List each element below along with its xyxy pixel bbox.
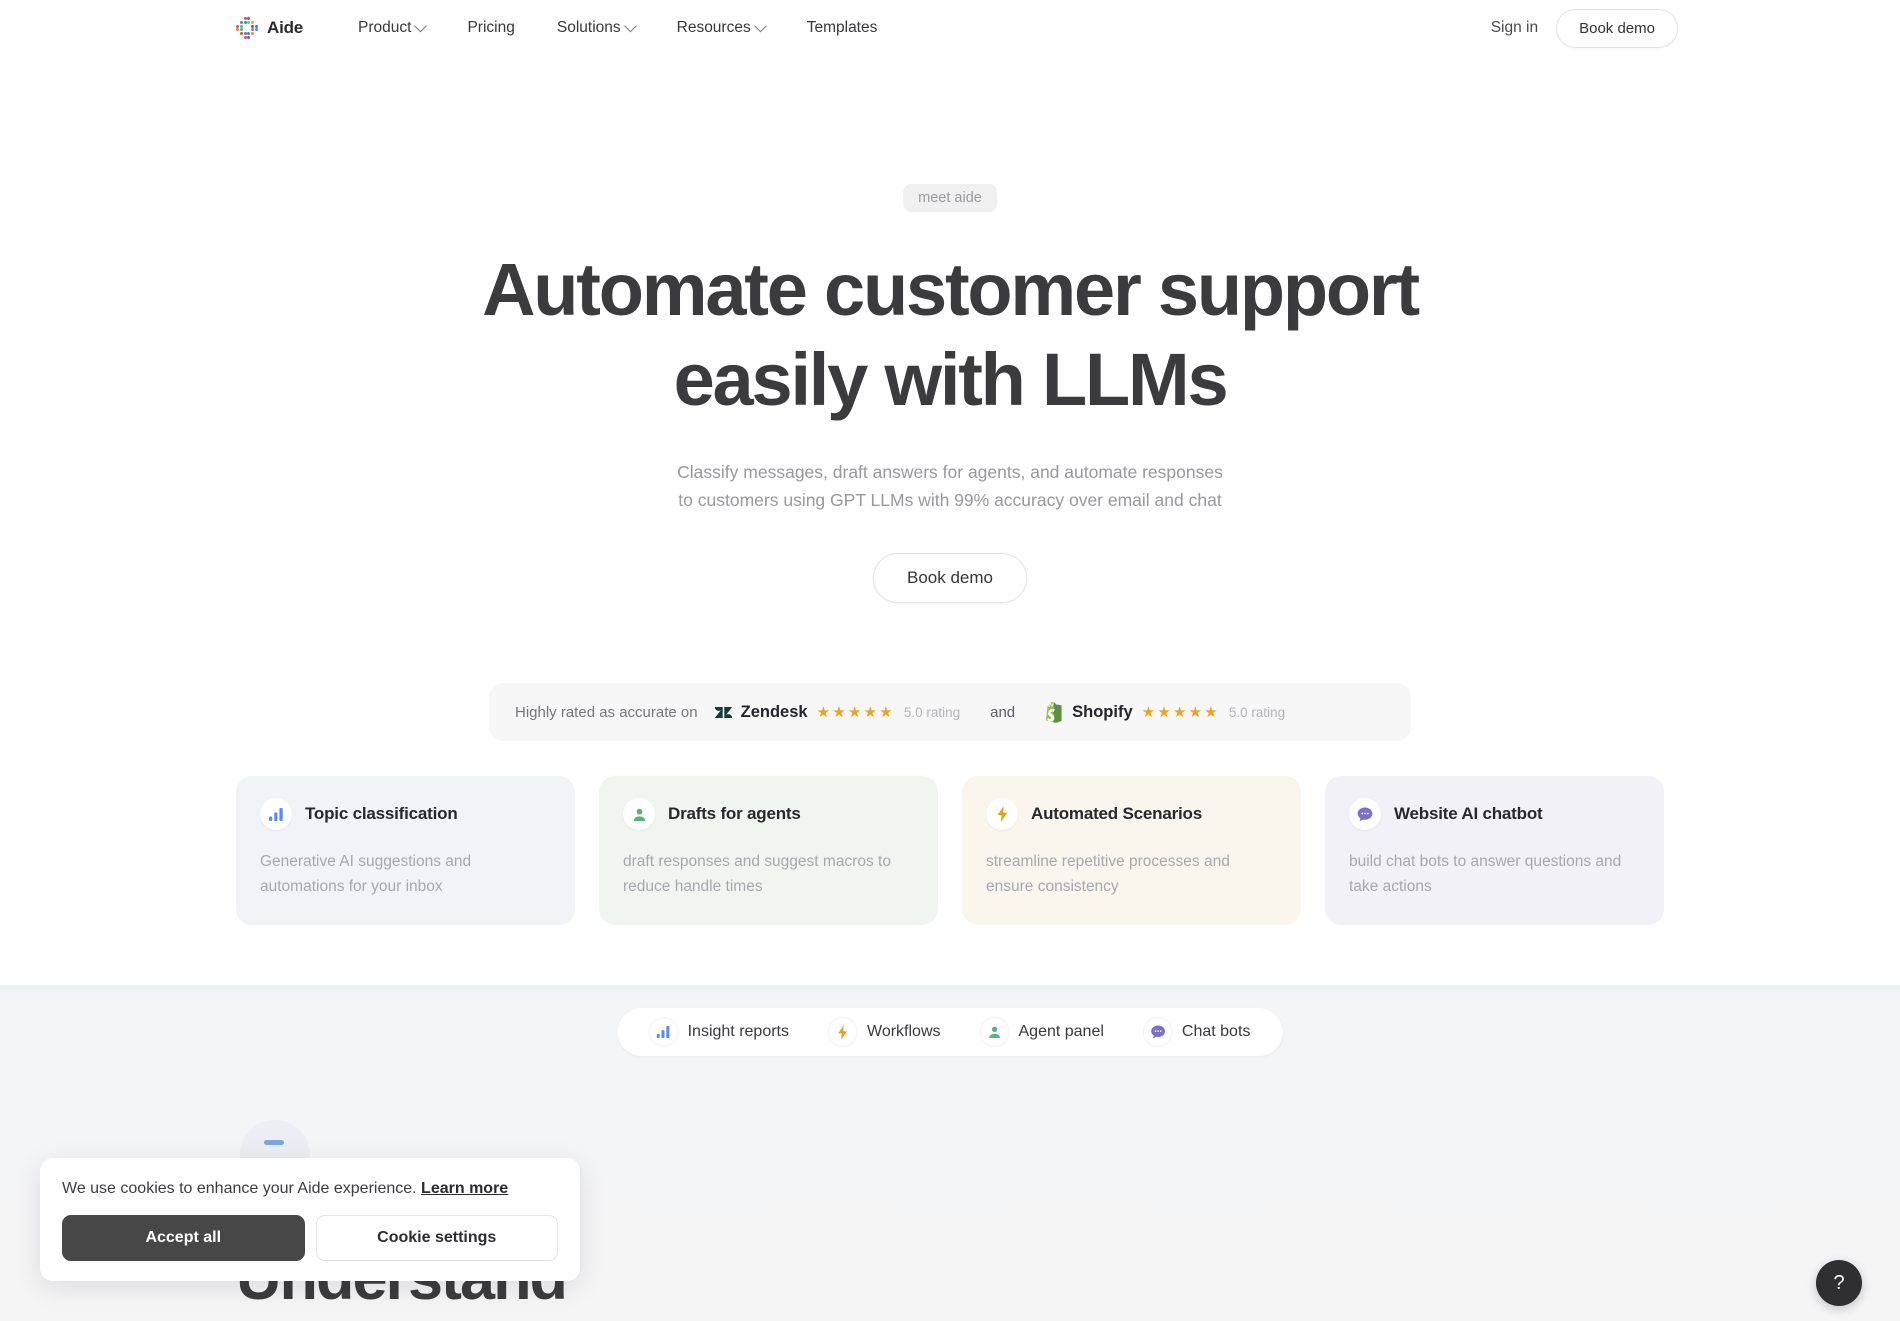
primary-nav: Aide Product Pricing Solutions Resources… xyxy=(236,0,898,56)
card-header: Automated Scenarios xyxy=(986,798,1277,830)
rating-shopify: Shopify ★★★★★ 5.0 rating xyxy=(1045,701,1286,723)
book-demo-hero-button[interactable]: Book demo xyxy=(873,553,1027,603)
site-header: Aide Product Pricing Solutions Resources… xyxy=(0,0,1900,56)
nav-item-pricing[interactable]: Pricing xyxy=(446,0,535,56)
pill-agent-panel[interactable]: Agent panel xyxy=(961,1018,1124,1046)
feature-card-list: Topic classification Generative AI sugge… xyxy=(236,776,1664,925)
nav-item-label: Templates xyxy=(806,19,878,36)
accept-all-button[interactable]: Accept all xyxy=(62,1215,305,1261)
hero-subtitle-line-2: to customers using GPT LLMs with 99% acc… xyxy=(678,490,1222,510)
help-button[interactable]: ? xyxy=(1816,1260,1862,1306)
feature-card-drafts-for-agents[interactable]: Drafts for agents draft responses and su… xyxy=(599,776,938,925)
page-title: Automate customer support easily with LL… xyxy=(400,245,1500,425)
pill-workflows[interactable]: Workflows xyxy=(809,1018,961,1046)
hero-title-line-1: Automate customer support xyxy=(482,248,1420,331)
pill-insight-reports[interactable]: Insight reports xyxy=(630,1018,809,1046)
zendesk-label: Zendesk xyxy=(740,702,808,721)
shopify-logo-icon xyxy=(1046,701,1062,723)
chat-bubble-icon xyxy=(1349,798,1381,830)
zendesk-rating-value: 5.0 rating xyxy=(903,704,961,720)
card-header: Website AI chatbot xyxy=(1349,798,1640,830)
hero-title-line-2: easily with LLMs xyxy=(673,338,1229,421)
brand-logo[interactable]: Aide xyxy=(236,17,303,39)
bar-chart-icon xyxy=(260,798,292,830)
nav-item-templates[interactable]: Templates xyxy=(786,0,899,56)
header-actions: Sign in Book demo xyxy=(1491,8,1678,48)
nav-item-resources[interactable]: Resources xyxy=(656,0,786,56)
lightning-icon xyxy=(829,1018,857,1046)
card-description: Generative AI suggestions and automation… xyxy=(260,853,472,895)
cookie-settings-button[interactable]: Cookie settings xyxy=(315,1215,558,1261)
card-description: streamline repetitive processes and ensu… xyxy=(986,853,1230,895)
feature-card-topic-classification[interactable]: Topic classification Generative AI sugge… xyxy=(236,776,575,925)
feature-card-automated-scenarios[interactable]: Automated Scenarios streamline repetitiv… xyxy=(962,776,1301,925)
card-title: Drafts for agents xyxy=(668,804,801,823)
chevron-down-icon xyxy=(753,19,767,32)
shopify-label: Shopify xyxy=(1072,702,1133,721)
landing-page: Aide Product Pricing Solutions Resources… xyxy=(0,0,1900,1321)
zendesk-logo-icon xyxy=(714,706,732,718)
nav-item-product[interactable]: Product xyxy=(337,0,446,56)
pill-label: Workflows xyxy=(867,1023,941,1040)
card-header: Topic classification xyxy=(260,798,551,830)
user-icon xyxy=(623,798,655,830)
chevron-down-icon xyxy=(414,19,428,32)
ratings-conjunction: and xyxy=(990,703,1016,721)
card-title: Website AI chatbot xyxy=(1394,804,1543,823)
chat-bubble-icon xyxy=(1143,1018,1172,1046)
cookie-actions: Accept all Cookie settings xyxy=(62,1215,558,1261)
nav-item-solutions[interactable]: Solutions xyxy=(536,0,656,56)
feature-card-website-ai-chatbot[interactable]: Website AI chatbot build chat bots to an… xyxy=(1325,776,1664,925)
shopify-brand: Shopify xyxy=(1045,701,1133,723)
card-description: draft responses and suggest macros to re… xyxy=(623,853,891,895)
cookie-consent-banner: We use cookies to enhance your Aide expe… xyxy=(40,1158,580,1281)
hero-subtitle-line-1: Classify messages, draft answers for age… xyxy=(677,462,1223,482)
card-description: build chat bots to answer questions and … xyxy=(1349,853,1622,895)
user-icon xyxy=(980,1018,1009,1046)
nav-item-label: Solutions xyxy=(556,19,621,36)
nav-item-label: Pricing xyxy=(467,19,515,36)
shopify-stars: ★★★★★ xyxy=(1141,704,1220,721)
hero-subtitle: Classify messages, draft answers for age… xyxy=(600,458,1300,514)
cookie-message-text: We use cookies to enhance your Aide expe… xyxy=(62,1180,422,1197)
pill-label: Chat bots xyxy=(1181,1023,1251,1040)
nav-item-label: Resources xyxy=(676,19,751,36)
hero-eyebrow-badge: meet aide xyxy=(903,184,997,212)
brand-name: Aide xyxy=(267,18,304,37)
nav-item-label: Product xyxy=(358,19,412,36)
aide-logo-icon xyxy=(236,17,258,39)
lightning-icon xyxy=(986,798,1018,830)
cookie-message: We use cookies to enhance your Aide expe… xyxy=(62,1180,558,1198)
card-header: Drafts for agents xyxy=(623,798,914,830)
shopify-rating-value: 5.0 rating xyxy=(1228,704,1286,720)
pill-chat-bots[interactable]: Chat bots xyxy=(1124,1018,1270,1046)
decorative-accent xyxy=(264,1140,284,1145)
zendesk-stars: ★★★★★ xyxy=(816,704,895,721)
chevron-down-icon xyxy=(623,19,637,32)
sign-in-link[interactable]: Sign in xyxy=(1491,19,1538,37)
card-title: Topic classification xyxy=(305,804,458,823)
ratings-bar: Highly rated as accurate on Zendesk ★★★★… xyxy=(489,683,1411,741)
pill-label: Insight reports xyxy=(687,1023,789,1040)
pill-label: Agent panel xyxy=(1018,1023,1104,1040)
cookie-learn-more-link[interactable]: Learn more xyxy=(421,1180,508,1197)
zendesk-brand: Zendesk xyxy=(714,703,808,722)
book-demo-header-button[interactable]: Book demo xyxy=(1556,8,1678,48)
bar-chart-icon xyxy=(649,1018,678,1046)
rating-zendesk: Zendesk ★★★★★ 5.0 rating xyxy=(714,703,961,722)
ratings-label: Highly rated as accurate on xyxy=(515,703,698,721)
card-title: Automated Scenarios xyxy=(1031,804,1202,823)
feature-pills-bar: Insight reports Workflows Agent panel Ch… xyxy=(617,1008,1283,1056)
